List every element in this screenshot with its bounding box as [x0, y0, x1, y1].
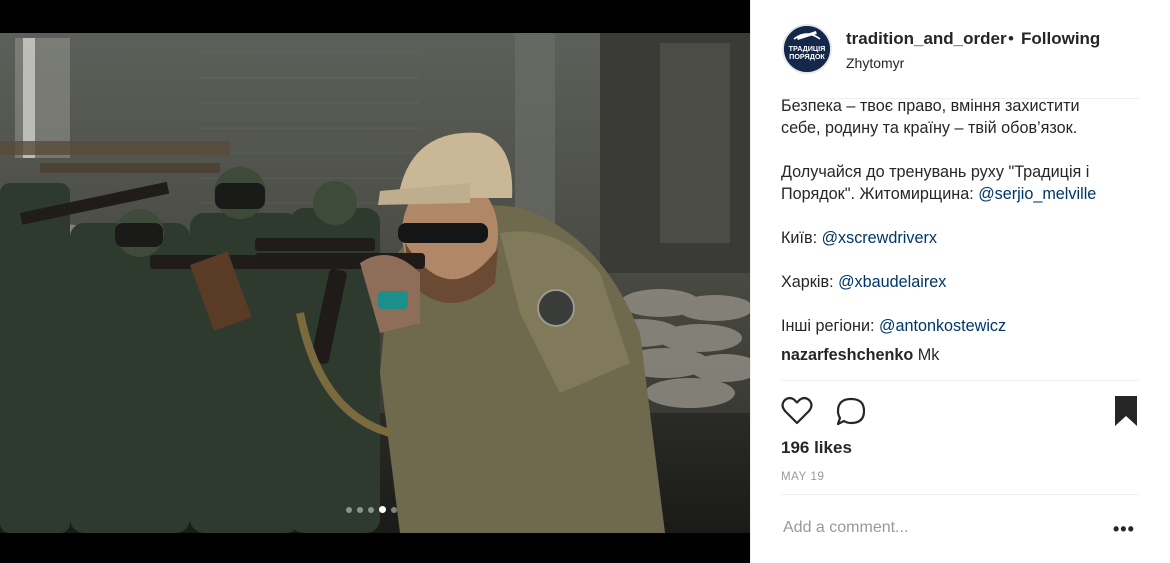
- heart-icon[interactable]: [781, 396, 813, 426]
- carousel-dot[interactable]: [357, 506, 363, 513]
- username-link[interactable]: tradition_and_order: [846, 29, 1007, 49]
- caption-other: Інші регіони: @antonkostewicz: [781, 315, 1006, 337]
- comment-row: nazarfeshchenko Mk: [781, 344, 939, 366]
- caption-kharkiv: Харків: @xbaudelairex: [781, 271, 946, 293]
- bookmark-icon[interactable]: [1113, 395, 1139, 427]
- mention-link[interactable]: @serjio_melville: [978, 185, 1096, 203]
- comment-text: Mk: [913, 346, 940, 364]
- carousel-dot[interactable]: [368, 506, 374, 513]
- more-options-button[interactable]: •••: [1113, 519, 1135, 540]
- carousel-indicators: [346, 506, 397, 513]
- mention-link[interactable]: @xbaudelairex: [838, 273, 946, 291]
- avatar-text-2: ПОРЯДОК: [789, 52, 825, 61]
- post-side-panel: ТРАДИЦІЯ ПОРЯДОК tradition_and_order • F…: [750, 0, 1170, 563]
- post-photo[interactable]: [0, 33, 750, 533]
- post-date[interactable]: MAY 19: [781, 471, 824, 483]
- likes-count[interactable]: 196 likes: [781, 438, 852, 458]
- carousel-dot-active[interactable]: [379, 506, 386, 513]
- mention-link[interactable]: @xscrewdriverx: [822, 229, 937, 247]
- caption-line-3: Долучайся до тренувань руху "Традиція і: [781, 163, 1090, 181]
- caption-line-4: Порядок". Житомирщина: @serjio_melville: [781, 183, 1096, 205]
- actions-divider: [781, 380, 1139, 381]
- avatar[interactable]: ТРАДИЦІЯ ПОРЯДОК: [782, 24, 832, 74]
- caption-text: Інші регіони:: [781, 317, 880, 335]
- caption-line-1: Безпека – твоє право, вміння захистити: [781, 97, 1080, 115]
- following-button[interactable]: Following: [1021, 29, 1100, 49]
- comment-icon[interactable]: [835, 396, 867, 428]
- caption-line-2: себе, родину та країну – твій обов’язок.: [781, 119, 1078, 137]
- caption-text: Харків:: [781, 273, 839, 291]
- caption-kyiv: Київ: @xscrewdriverx: [781, 227, 937, 249]
- post-media[interactable]: [0, 0, 750, 563]
- location-link[interactable]: Zhytomyr: [846, 55, 904, 71]
- comment-author-link[interactable]: nazarfeshchenko: [781, 346, 913, 364]
- mention-link[interactable]: @antonkostewicz: [879, 317, 1006, 335]
- photo-illustration: [0, 33, 750, 533]
- caption-text: Порядок". Житомирщина:: [781, 185, 979, 203]
- carousel-dot[interactable]: [346, 506, 352, 513]
- carousel-dot[interactable]: [391, 506, 397, 513]
- header-separator: •: [1008, 29, 1014, 48]
- caption-text: Київ:: [781, 229, 822, 247]
- avatar-logo-icon: ТРАДИЦІЯ ПОРЯДОК: [784, 26, 830, 72]
- add-comment-input[interactable]: Add a comment...: [783, 519, 908, 537]
- comment-divider: [781, 494, 1139, 495]
- post-header: ТРАДИЦІЯ ПОРЯДОК tradition_and_order • F…: [751, 0, 1170, 98]
